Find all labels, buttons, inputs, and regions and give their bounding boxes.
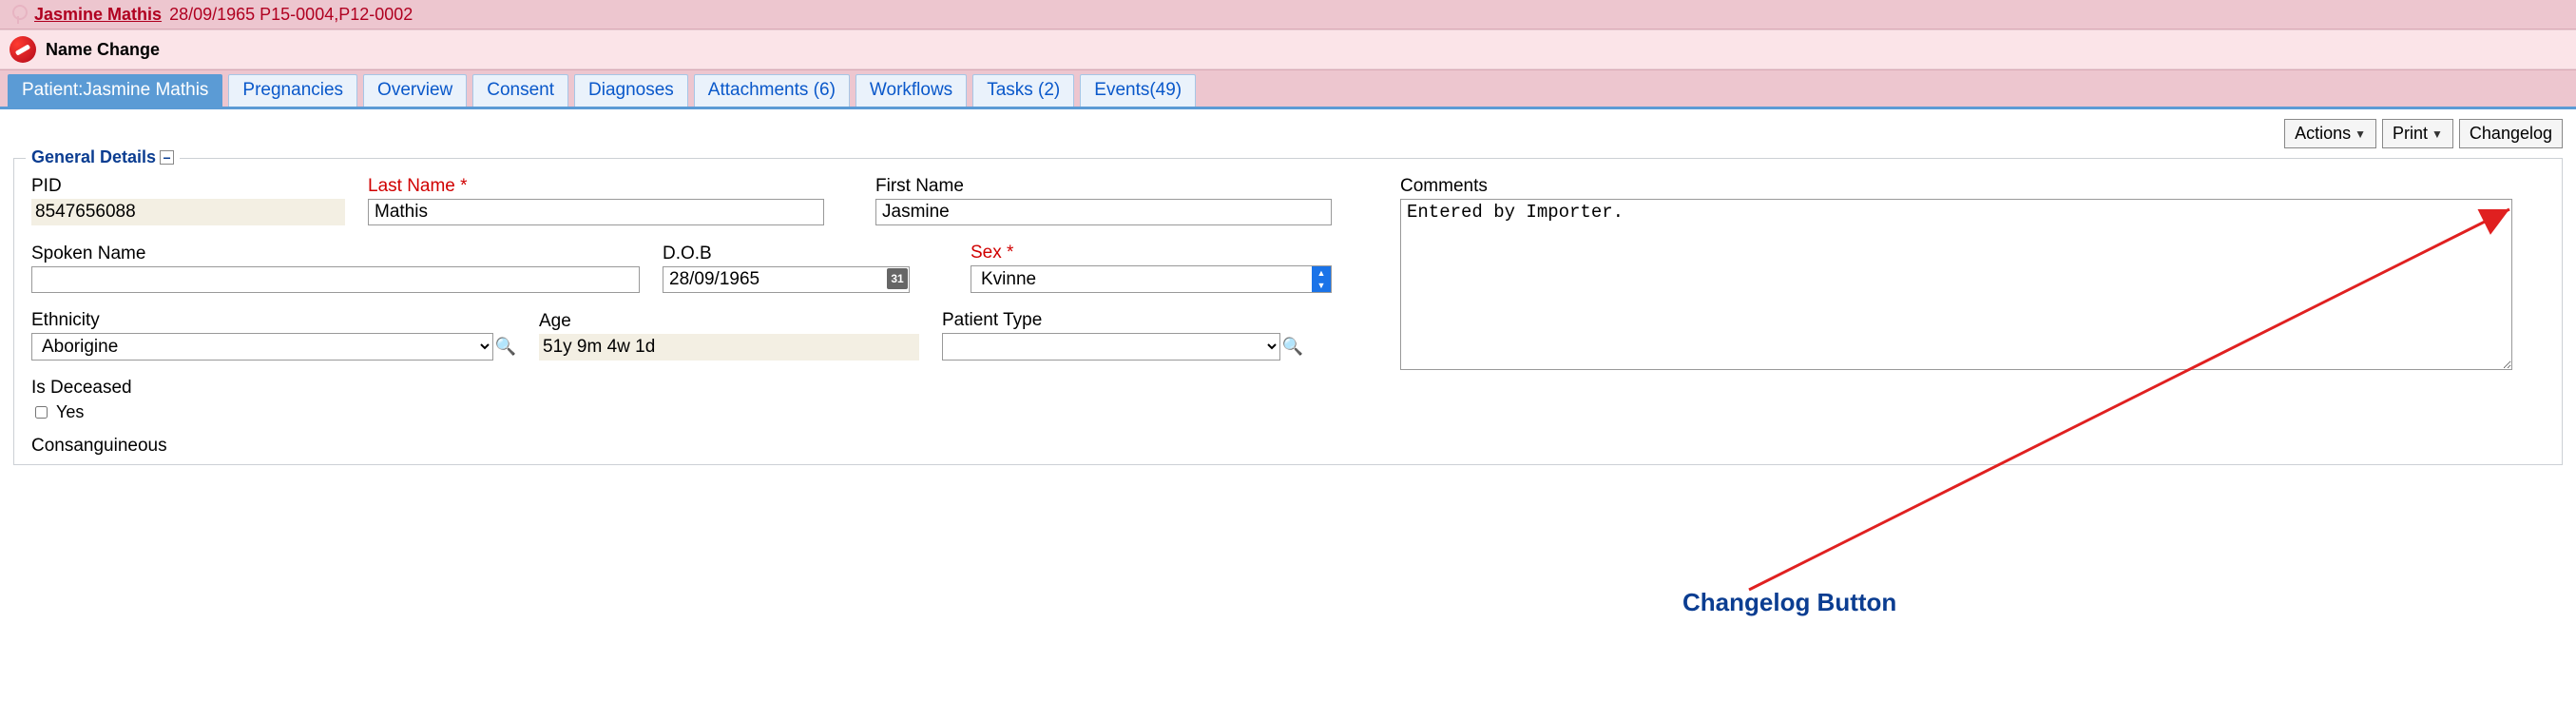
tab-consent[interactable]: Consent [472, 74, 568, 107]
female-icon [10, 4, 27, 25]
tab-tasks[interactable]: Tasks (2) [972, 74, 1074, 107]
comments-label: Comments [1400, 176, 2545, 197]
changelog-button[interactable]: Changelog [2459, 119, 2563, 148]
lastname-label: Last Name [368, 176, 824, 197]
spokenname-label: Spoken Name [31, 244, 640, 264]
pid-label: PID [31, 176, 345, 197]
firstname-label: First Name [875, 176, 1332, 197]
patient-name-link[interactable]: Jasmine Mathis [34, 5, 162, 25]
calendar-icon[interactable]: 31 [887, 268, 908, 289]
print-dropdown[interactable]: Print [2382, 119, 2453, 148]
warning-icon [10, 36, 36, 63]
age-label: Age [539, 311, 919, 332]
sex-label: Sex [971, 243, 1332, 263]
general-details-panel: General Details − PID Last Name First Na… [13, 158, 2563, 465]
warning-text: Name Change [46, 40, 160, 60]
sex-select[interactable]: Kvinne [971, 265, 1332, 293]
tab-workflows[interactable]: Workflows [855, 74, 967, 107]
tab-bar: Patient:Jasmine Mathis Pregnancies Overv… [0, 69, 2576, 109]
action-bar: Actions Print Changelog [0, 109, 2576, 152]
search-icon[interactable]: 🔍 [495, 337, 516, 357]
comments-field[interactable]: Entered by Importer. [1400, 199, 2512, 370]
actions-dropdown[interactable]: Actions [2284, 119, 2376, 148]
tab-attachments[interactable]: Attachments (6) [694, 74, 850, 107]
tab-patient[interactable]: Patient:Jasmine Mathis [8, 74, 222, 107]
firstname-field[interactable] [875, 199, 1332, 225]
select-stepper-icon[interactable]: ▲▼ [1312, 266, 1331, 292]
warning-bar: Name Change [0, 29, 2576, 69]
patient-header: Jasmine Mathis 28/09/1965 P15-0004,P12-0… [0, 0, 2576, 29]
panel-title: General Details [31, 147, 156, 167]
isdeceased-label: Is Deceased [31, 378, 132, 399]
patienttype-select[interactable] [942, 333, 1280, 361]
annotation-label: Changelog Button [1682, 588, 1896, 617]
ethnicity-label: Ethnicity [31, 310, 516, 331]
panel-legend: General Details − [26, 147, 180, 167]
lastname-field[interactable] [368, 199, 824, 225]
consanguineous-label: Consanguineous [31, 436, 167, 457]
isdeceased-checkbox[interactable] [35, 406, 48, 419]
spokenname-field[interactable] [31, 266, 640, 293]
tab-overview[interactable]: Overview [363, 74, 467, 107]
print-label: Print [2393, 124, 2428, 144]
tab-pregnancies[interactable]: Pregnancies [228, 74, 357, 107]
dob-label: D.O.B [663, 244, 910, 264]
pid-field [31, 199, 345, 225]
collapse-toggle-icon[interactable]: − [160, 150, 174, 165]
patient-meta: 28/09/1965 P15-0004,P12-0002 [169, 5, 413, 25]
age-field [539, 334, 919, 361]
actions-label: Actions [2295, 124, 2351, 144]
isdeceased-option: Yes [56, 402, 84, 422]
search-icon[interactable]: 🔍 [1282, 337, 1303, 357]
ethnicity-select[interactable]: Aborigine [31, 333, 493, 361]
tab-diagnoses[interactable]: Diagnoses [574, 74, 688, 107]
tab-events[interactable]: Events(49) [1080, 74, 1196, 107]
patienttype-label: Patient Type [942, 310, 1303, 331]
dob-field[interactable] [663, 266, 910, 293]
